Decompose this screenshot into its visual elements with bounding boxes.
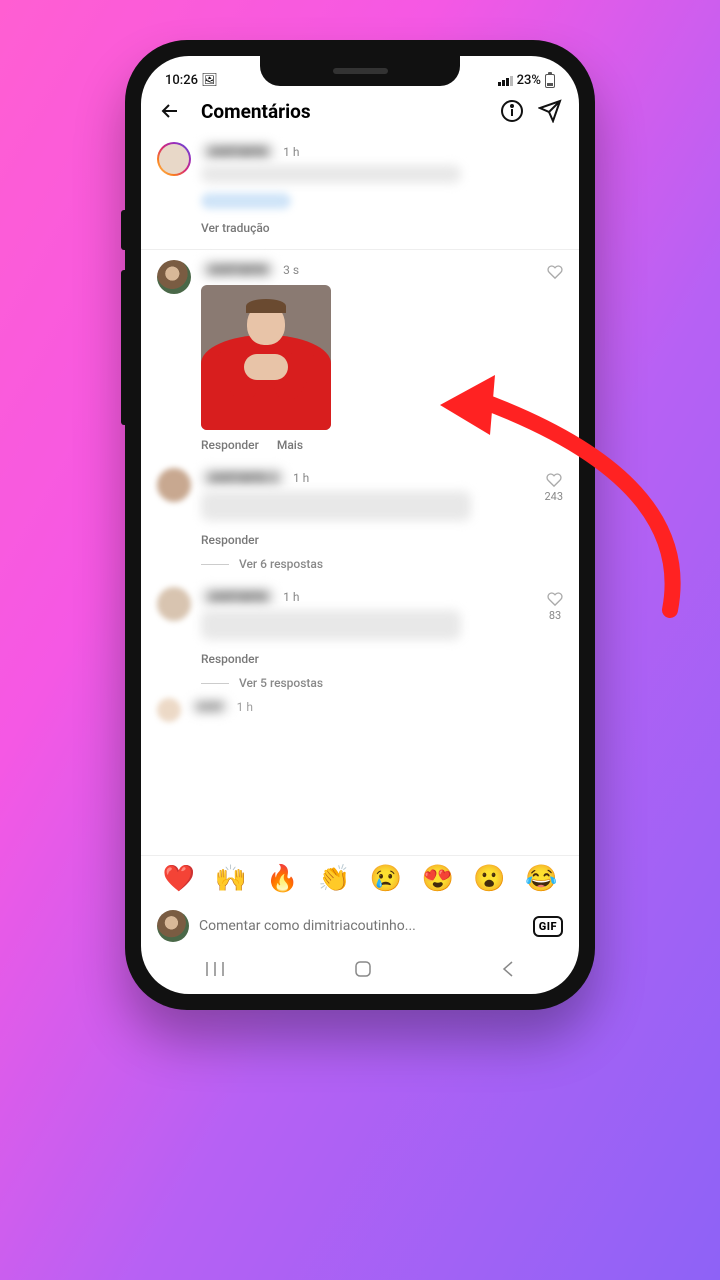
info-button[interactable] [499, 98, 525, 124]
gif-attachment[interactable] [201, 285, 331, 430]
emoji-cry[interactable]: 😢 [370, 864, 402, 894]
picture-icon: 🖼 [201, 73, 218, 88]
signal-icon [498, 76, 513, 86]
username[interactable]: username [201, 260, 275, 279]
more-link[interactable]: Mais [277, 438, 303, 452]
emoji-praise[interactable]: 🙌 [214, 864, 246, 894]
view-replies-link[interactable]: Ver 5 respostas [239, 676, 323, 690]
status-time: 10:26 [165, 73, 198, 88]
self-avatar[interactable] [157, 910, 189, 942]
username[interactable]: user [191, 698, 229, 715]
avatar[interactable] [157, 587, 191, 621]
back-button[interactable] [157, 98, 183, 124]
username[interactable]: username [201, 142, 275, 161]
home-button[interactable] [353, 959, 373, 979]
phone-frame: 10:26 🖼 23% Comentários [125, 40, 595, 1010]
comment-item[interactable]: username 1 h Responder Ver 5 respostas 83 [141, 577, 579, 696]
share-button[interactable] [537, 98, 563, 124]
comment-input-bar: GIF [141, 902, 579, 950]
like-count: 243 [544, 490, 563, 503]
view-replies-link[interactable]: Ver 6 respostas [239, 557, 323, 571]
system-nav-bar [141, 950, 579, 994]
app-header: Comentários [141, 90, 579, 132]
comment-feed[interactable]: username 1 h Ver tradução username 3 s Res… [141, 132, 579, 855]
comment-text [201, 165, 461, 183]
comment-item[interactable]: username x1 h Responder Ver 6 respostas … [141, 458, 579, 577]
timestamp: 1 h [283, 590, 299, 604]
gif-button[interactable]: GIF [533, 916, 563, 937]
emoji-heart[interactable]: ❤️ [163, 864, 195, 894]
emoji-bar: ❤️ 🙌 🔥 👏 😢 😍 😮 😂 [141, 855, 579, 902]
avatar[interactable] [157, 142, 191, 176]
battery-percent: 23% [517, 73, 541, 88]
avatar[interactable] [157, 468, 191, 502]
mention[interactable] [201, 193, 291, 209]
timestamp: 3 s [283, 263, 299, 277]
screen: 10:26 🖼 23% Comentários [141, 56, 579, 994]
comment-item[interactable]: username 3 s Responder Mais [141, 250, 579, 458]
page-title: Comentários [201, 100, 311, 123]
emoji-clap[interactable]: 👏 [318, 864, 350, 894]
username[interactable]: username x [201, 468, 285, 487]
reply-link[interactable]: Responder [201, 533, 259, 547]
reply-link[interactable]: Responder [201, 438, 259, 452]
emoji-fire[interactable]: 🔥 [266, 864, 298, 894]
emoji-laugh[interactable]: 😂 [525, 864, 557, 894]
like-button[interactable] [547, 591, 563, 607]
comment-item[interactable]: username 1 h Ver tradução [141, 132, 579, 250]
avatar[interactable] [157, 698, 181, 722]
like-button[interactable] [546, 472, 562, 488]
like-button[interactable] [547, 264, 563, 280]
username[interactable]: username [201, 587, 275, 606]
like-count: 83 [549, 609, 561, 622]
comment-text [201, 610, 461, 640]
avatar[interactable] [157, 260, 191, 294]
back-nav-button[interactable] [501, 960, 515, 978]
reply-link[interactable]: Responder [201, 652, 259, 666]
timestamp: 1 h [293, 471, 309, 485]
timestamp: 1 h [237, 700, 253, 714]
emoji-wow[interactable]: 😮 [473, 864, 505, 894]
emoji-heart-eyes[interactable]: 😍 [421, 864, 453, 894]
battery-icon [545, 74, 555, 88]
comment-item[interactable]: user 1 h [141, 696, 579, 722]
comment-text [201, 491, 471, 521]
comment-input[interactable] [199, 918, 523, 934]
translate-link[interactable]: Ver tradução [201, 221, 270, 235]
timestamp: 1 h [283, 145, 299, 159]
recents-button[interactable] [205, 960, 225, 978]
